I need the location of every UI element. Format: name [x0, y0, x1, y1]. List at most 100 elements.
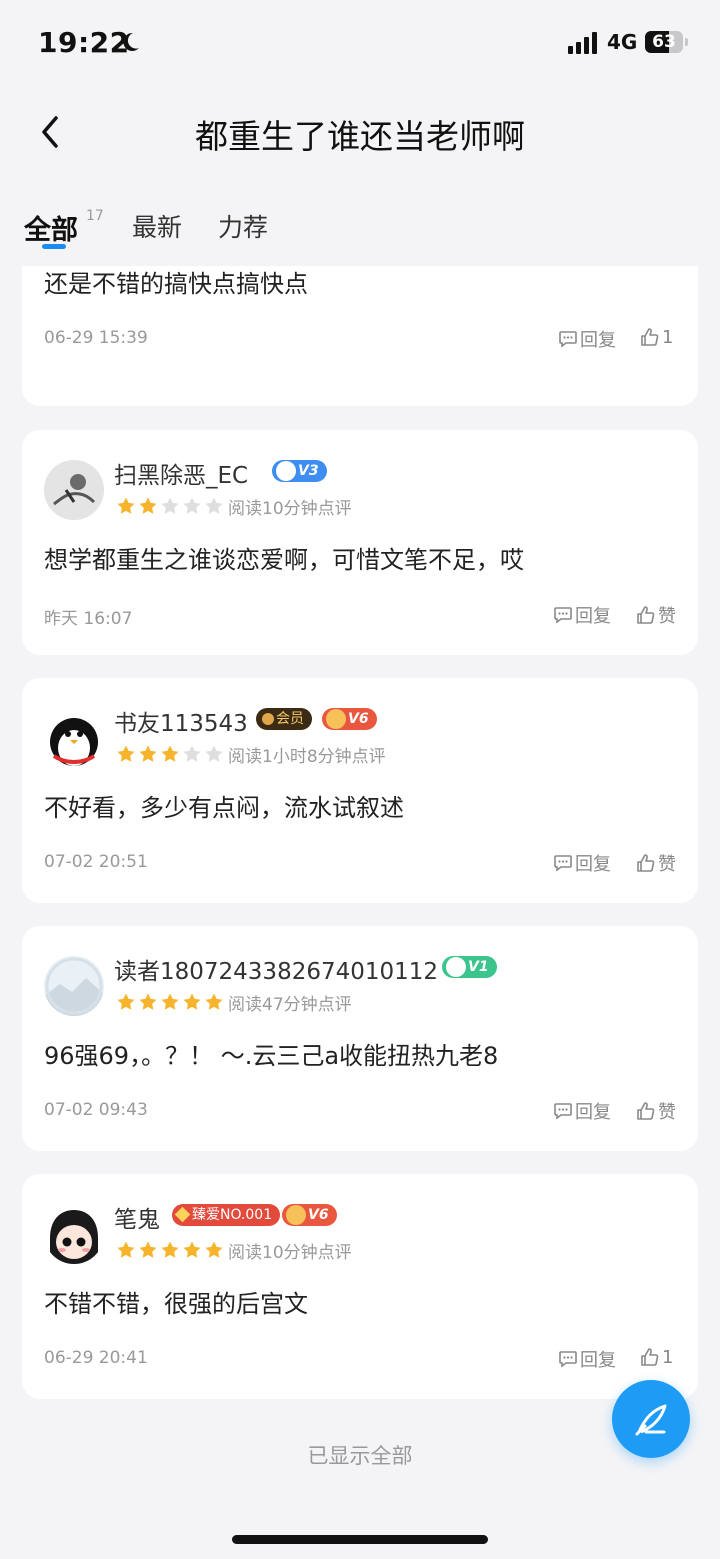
star-icon: [117, 1241, 135, 1258]
comment-icon: [554, 855, 572, 872]
read-time: 阅读10分钟点评: [228, 1243, 352, 1263]
review-card: 笔鬼 臻爱NO.001 V6 阅读10分钟点评 不错不错，很强的后宫文 06-2…: [22, 1174, 698, 1399]
penguin-icon: [286, 1205, 306, 1225]
write-review-button[interactable]: [612, 1380, 690, 1458]
comment-icon: [554, 607, 572, 624]
reply-label: 回复: [575, 606, 611, 627]
pen-icon: [635, 1404, 667, 1436]
avatar[interactable]: [44, 460, 104, 520]
star-icon: [183, 497, 201, 514]
review-date: 昨天 16:07: [44, 609, 133, 629]
review-content: 还是不错的搞快点搞快点: [44, 270, 308, 298]
like-label: 1: [662, 326, 674, 348]
tab-latest-label: 最新: [132, 213, 183, 242]
read-time: 阅读10分钟点评: [228, 499, 352, 519]
review-card: 还是不错的搞快点搞快点 06-29 15:39 回复 1: [22, 266, 698, 406]
star-icon: [117, 497, 135, 514]
review-list[interactable]: 还是不错的搞快点搞快点 06-29 15:39 回复 1 扫黑除恶_EC V3 …: [0, 266, 720, 1436]
reply-label: 回复: [575, 1102, 611, 1123]
fan-badge: 臻爱NO.001: [172, 1204, 281, 1226]
thumbs-up-icon: [637, 1102, 655, 1120]
thumbs-up-icon: [637, 854, 655, 872]
penguin-icon: [326, 709, 346, 729]
tab-recommended[interactable]: 力荐: [218, 208, 268, 244]
thumbs-up-icon: [637, 606, 655, 624]
star-icon: [205, 745, 223, 762]
like-button[interactable]: 赞: [636, 602, 676, 628]
reply-button[interactable]: 回复: [553, 602, 611, 628]
review-date: 07-02 09:43: [44, 1100, 148, 1120]
username[interactable]: 笔鬼: [114, 1200, 160, 1234]
home-indicator[interactable]: [232, 1535, 488, 1544]
review-content: 想学都重生之谁谈恋爱啊，可惜文笔不足，哎: [44, 546, 524, 574]
star-icon: [183, 993, 201, 1010]
level-label: V6: [308, 1207, 329, 1223]
level-badge: V6: [322, 708, 377, 730]
tab-recommended-label: 力荐: [218, 213, 269, 242]
star-icon: [183, 1241, 201, 1258]
review-content: 不好看，多少有点闷，流水试叙述: [44, 794, 404, 822]
review-date: 06-29 20:41: [44, 1348, 148, 1368]
like-button[interactable]: 1: [640, 1346, 673, 1368]
member-label: 会员: [276, 711, 304, 727]
star-icon: [139, 1241, 157, 1258]
star-icon: [205, 993, 223, 1010]
reply-label: 回复: [580, 330, 616, 351]
star-icon: [117, 993, 135, 1010]
level-label: V6: [348, 711, 369, 727]
fan-badge-label: 臻爱NO.001: [192, 1207, 273, 1223]
level-badge: V3: [272, 460, 327, 482]
review-date: 07-02 20:51: [44, 852, 148, 872]
thumbs-up-icon: [641, 1348, 659, 1366]
star-icon: [205, 497, 223, 514]
battery-icon: 63: [645, 31, 683, 53]
comment-icon: [559, 331, 577, 348]
read-time: 阅读1小时8分钟点评: [228, 747, 386, 767]
avatar[interactable]: [44, 956, 104, 1016]
reply-label: 回复: [580, 1350, 616, 1371]
review-content: 不错不错，很强的后宫文: [44, 1290, 308, 1318]
like-button[interactable]: 1: [640, 326, 673, 348]
username[interactable]: 读者1807243382674010112: [114, 952, 438, 986]
tab-latest[interactable]: 最新: [132, 208, 182, 244]
page-title: 都重生了谁还当老师啊: [195, 117, 525, 156]
signal-icon: [568, 32, 597, 54]
reply-label: 回复: [575, 854, 611, 875]
reply-button[interactable]: 回复: [558, 326, 616, 352]
star-icon: [161, 1241, 179, 1258]
star-icon: [183, 745, 201, 762]
reply-button[interactable]: 回复: [553, 1098, 611, 1124]
review-card: 读者1807243382674010112 V1 阅读47分钟点评 96强69，…: [22, 926, 698, 1151]
like-button[interactable]: 赞: [636, 850, 676, 876]
level-badge: V1: [442, 956, 497, 978]
comment-icon: [554, 1103, 572, 1120]
tab-active-indicator: [42, 244, 66, 249]
like-label: 赞: [658, 606, 676, 627]
avatar[interactable]: [44, 1204, 104, 1264]
reply-button[interactable]: 回复: [558, 1346, 616, 1372]
star-icon: [205, 1241, 223, 1258]
star-icon: [139, 745, 157, 762]
level-label: V1: [468, 959, 489, 975]
network-type: 4G: [607, 30, 638, 54]
star-icon: [139, 497, 157, 514]
status-time: 19:22: [38, 26, 130, 59]
battery-tip: [685, 38, 688, 46]
tab-all[interactable]: 全部: [24, 208, 78, 247]
diamond-icon: [174, 1206, 191, 1223]
thumbs-up-icon: [641, 328, 659, 346]
star-icon: [139, 993, 157, 1010]
username[interactable]: 扫黑除恶_EC: [114, 456, 248, 490]
star-icon: [117, 745, 135, 762]
avatar[interactable]: [44, 708, 104, 768]
status-bar: 19:22 4G 63: [0, 0, 720, 88]
username[interactable]: 书友113543: [114, 704, 248, 738]
tab-all-count: 17: [86, 208, 104, 224]
star-icon: [161, 497, 179, 514]
like-button[interactable]: 赞: [636, 1098, 676, 1124]
member-badge: 会员: [256, 708, 312, 730]
reply-button[interactable]: 回复: [553, 850, 611, 876]
penguin-icon: [446, 957, 466, 977]
comment-icon: [559, 1351, 577, 1368]
tab-all-label: 全部: [24, 215, 78, 246]
